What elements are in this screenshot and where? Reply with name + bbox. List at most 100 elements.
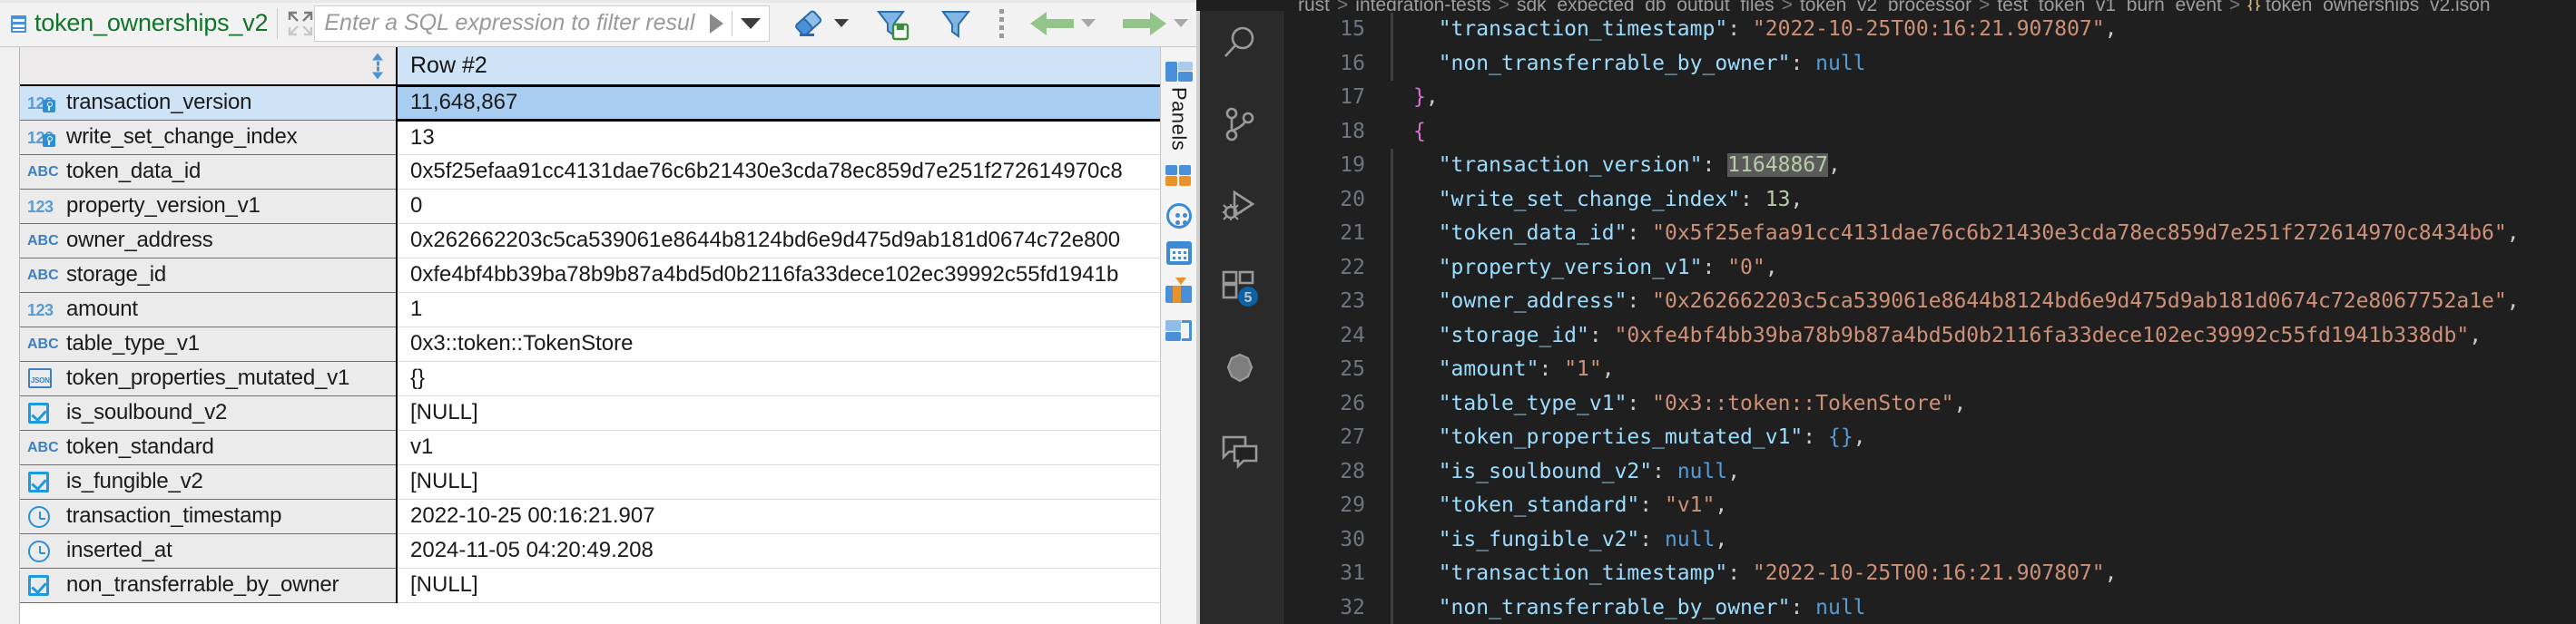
navigate-forward-dropdown[interactable] [1171, 4, 1191, 44]
code-line[interactable]: 28 "is_soulbound_v2": null, [1283, 454, 2576, 489]
extensions-icon[interactable]: 5 [1220, 268, 1260, 308]
calculator-icon[interactable] [1165, 163, 1193, 190]
column-value-cell[interactable]: 2024-11-05 04:20:49.208 [397, 533, 1160, 569]
column-name-cell[interactable]: ABC owner_address [20, 223, 398, 258]
column-value-cell[interactable]: {} [397, 361, 1160, 396]
column-value-cell[interactable]: [NULL] [397, 568, 1160, 603]
code-line[interactable]: 26 "table_type_v1": "0x3::token::TokenSt… [1283, 386, 2576, 421]
split-layout-icon[interactable] [1165, 317, 1193, 345]
filter-input-wrapper[interactable] [314, 5, 770, 42]
code-line[interactable]: 30 "is_fungible_v2": null, [1283, 522, 2576, 557]
column-name-cell[interactable]: inserted_at [20, 533, 398, 569]
code-line[interactable]: 21 "token_data_id": "0x5f25efaa91cc4131d… [1283, 217, 2576, 251]
column-name-cell[interactable]: 123 transaction_version [20, 85, 398, 121]
column-name-cell[interactable]: token_properties_mutated_v1 [20, 361, 398, 396]
navigate-back-button[interactable] [1026, 4, 1078, 44]
column-name-cell[interactable]: 123 amount [20, 292, 398, 327]
column-value-cell[interactable]: 13 [397, 120, 1160, 155]
breadcrumb-item[interactable]: integration-tests [1355, 0, 1490, 11]
clear-filter-dropdown[interactable] [831, 4, 851, 44]
navigate-back-dropdown[interactable] [1078, 4, 1098, 44]
code-line[interactable]: 23 "owner_address": "0x262662203c5ca5390… [1283, 285, 2576, 319]
code-line[interactable]: 16 "non_transferrable_by_owner": null [1283, 46, 2576, 81]
table-row[interactable]: ABC token_standard v1 [20, 430, 1160, 465]
breadcrumb-item[interactable]: token_v2_processor [1800, 0, 1971, 11]
calendar-icon[interactable] [1165, 241, 1192, 266]
code-line[interactable]: 29 "token_standard": "v1", [1283, 489, 2576, 523]
more-vertical-icon[interactable] [997, 8, 1006, 39]
column-value-cell[interactable]: 2022-10-25 00:16:21.907 [397, 499, 1160, 534]
code-line[interactable]: 17}, [1283, 81, 2576, 115]
column-value-cell[interactable]: 11,648,867 [397, 83, 1160, 122]
maximize-icon[interactable] [287, 10, 314, 37]
import-grid-icon[interactable] [1165, 278, 1193, 305]
column-value-cell[interactable]: [NULL] [397, 395, 1160, 431]
column-name-cell[interactable]: non_transferrable_by_owner [20, 568, 398, 603]
table-row[interactable]: ABC owner_address 0x262662203c5ca539061e86… [20, 223, 1160, 258]
clear-filter-button[interactable] [790, 4, 831, 44]
breadcrumb-file[interactable]: token_ownerships_v2.json [2266, 0, 2491, 11]
table-row[interactable]: ABC table_type_v1 0x3::token::TokenStore [20, 327, 1160, 362]
filter-history-dropdown[interactable] [732, 6, 769, 41]
column-value-cell[interactable]: 0xfe4bf4bb39ba78b9b87a4bd5d0b2116fa33dec… [397, 258, 1160, 293]
breadcrumb[interactable]: rust > integration-tests > sdk_expected_db_o… [1196, 0, 2576, 11]
search-icon[interactable] [1220, 24, 1260, 63]
breadcrumb-item[interactable]: test_token_v1_burn_event [1997, 0, 2222, 11]
execute-filter-button[interactable] [701, 6, 732, 41]
table-row[interactable]: non_transferrable_by_owner [NULL] [20, 568, 1160, 603]
column-value-cell[interactable]: [NULL] [397, 464, 1160, 500]
code-line[interactable]: 15 "transaction_timestamp": "2022-10-25T… [1283, 13, 2576, 47]
table-row[interactable]: 123 write_set_change_index 13 [20, 120, 1160, 155]
table-row[interactable]: 123 property_version_v1 0 [20, 189, 1160, 224]
table-row[interactable]: 123 amount 1 [20, 292, 1160, 327]
code-line[interactable]: 32 "non_transferrable_by_owner": null [1283, 590, 2576, 624]
apply-filter-icon[interactable] [935, 4, 977, 44]
column-value-cell[interactable]: 1 [397, 292, 1160, 327]
column-name-cell[interactable]: 123 property_version_v1 [20, 189, 398, 224]
code-line[interactable]: 18 { [1283, 115, 2576, 150]
grouping-icon[interactable] [1165, 203, 1192, 229]
column-value-cell[interactable]: v1 [397, 430, 1160, 465]
column-name-cell[interactable]: 123 write_set_change_index [20, 120, 398, 155]
column-header-value[interactable]: Row #2 [397, 47, 1160, 86]
column-name-cell[interactable]: ABC token_standard [20, 430, 398, 465]
column-name-cell[interactable]: ABC table_type_v1 [20, 327, 398, 362]
code-line[interactable]: 25 "amount": "1", [1283, 353, 2576, 387]
column-name-cell[interactable]: is_fungible_v2 [20, 464, 398, 500]
table-row[interactable]: is_fungible_v2 [NULL] [20, 464, 1160, 500]
column-name-cell[interactable]: transaction_timestamp [20, 499, 398, 534]
run-and-debug-icon[interactable] [1220, 187, 1260, 227]
chat-icon[interactable] [1220, 432, 1260, 472]
column-name-cell[interactable]: ABC storage_id [20, 258, 398, 293]
code-line[interactable]: 31 "transaction_timestamp": "2022-10-25T… [1283, 557, 2576, 591]
column-value-cell[interactable]: 0x262662203c5ca539061e8644b8124bd6e9d475… [397, 223, 1160, 258]
column-value-cell[interactable]: 0x5f25efaa91cc4131dae76c6b21430e3cda78ec… [397, 154, 1160, 190]
column-header-name[interactable] [20, 47, 398, 86]
save-filter-icon[interactable] [871, 4, 915, 44]
column-value-cell[interactable]: 0x3::token::TokenStore [397, 327, 1160, 362]
code-line[interactable]: 22 "property_version_v1": "0", [1283, 250, 2576, 285]
table-row[interactable]: transaction_timestamp 2022-10-25 00:16:21… [20, 499, 1160, 534]
code-line[interactable]: 19 "transaction_version": 11648867, [1283, 149, 2576, 183]
panels-config-icon[interactable] [1165, 60, 1193, 83]
table-row[interactable]: is_soulbound_v2 [NULL] [20, 395, 1160, 431]
column-value-cell[interactable]: 0 [397, 189, 1160, 224]
code-line[interactable]: 24 "storage_id": "0xfe4bf4bb39ba78b9b87a… [1283, 318, 2576, 353]
code-line[interactable]: 27 "token_properties_mutated_v1": {}, [1283, 421, 2576, 455]
table-row[interactable]: ABC token_data_id 0x5f25efaa91cc4131dae76c… [20, 154, 1160, 190]
breadcrumb-item[interactable]: rust [1298, 0, 1330, 11]
code-line[interactable]: 20 "write_set_change_index": 13, [1283, 182, 2576, 217]
sql-filter-input[interactable] [315, 10, 701, 36]
table-row[interactable]: token_properties_mutated_v1 {} [20, 361, 1160, 396]
table-row[interactable]: inserted_at 2024-11-05 04:20:49.208 [20, 533, 1160, 569]
code-area[interactable]: 15 "transaction_timestamp": "2022-10-25T… [1283, 11, 2576, 624]
navigate-forward-button[interactable] [1118, 4, 1171, 44]
table-row[interactable]: 123 transaction_version 11,648,867 [20, 83, 1160, 122]
source-control-icon[interactable] [1220, 105, 1260, 145]
settings-gear-icon[interactable] [1220, 350, 1260, 390]
breadcrumb-item[interactable]: sdk_expected_db_output_files [1517, 0, 1775, 11]
sort-arrows-icon[interactable] [372, 53, 383, 79]
column-name-cell[interactable]: is_soulbound_v2 [20, 395, 398, 431]
table-row[interactable]: ABC storage_id 0xfe4bf4bb39ba78b9b87a4bd5d… [20, 258, 1160, 293]
column-name-cell[interactable]: ABC token_data_id [20, 154, 398, 190]
